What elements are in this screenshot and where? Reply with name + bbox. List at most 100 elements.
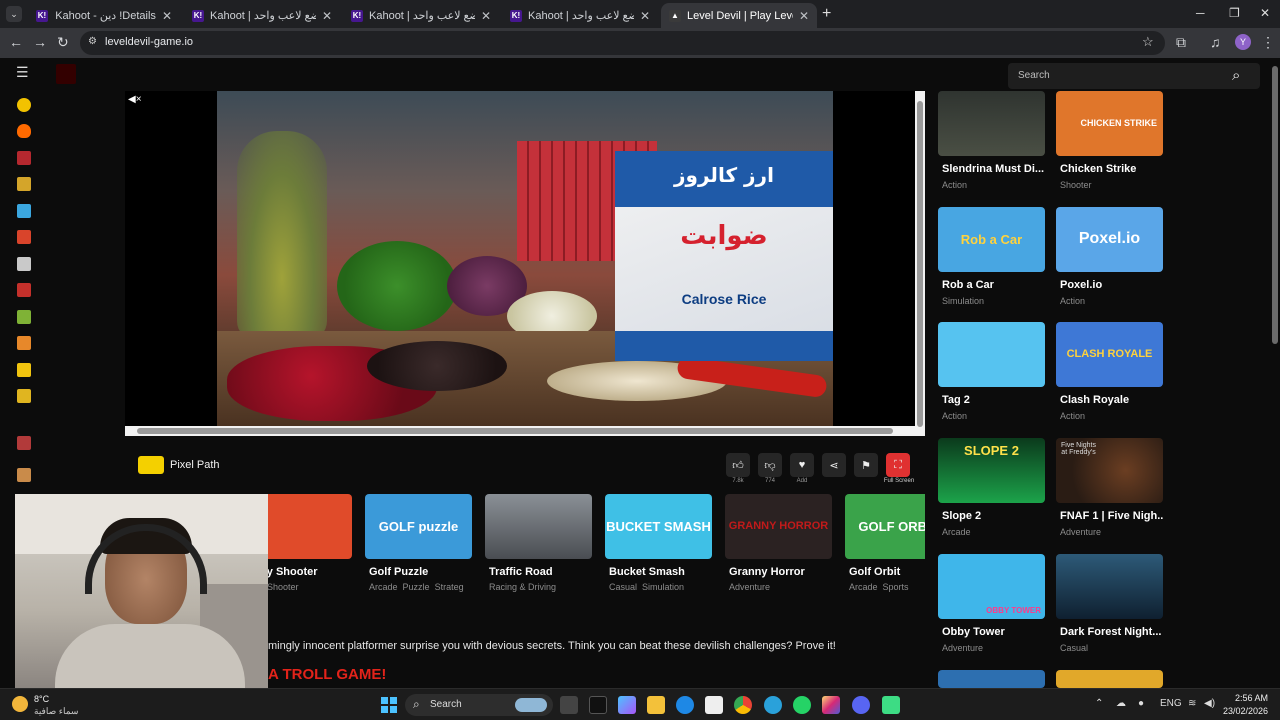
volume-icon[interactable]: ◀) xyxy=(1204,698,1215,709)
tab-kahoot-mode-1[interactable]: K! Kahoot | اختيار الوضع لاعب واحد ✕ xyxy=(184,3,340,28)
kahoot-favicon-icon: K! xyxy=(192,9,204,22)
close-icon[interactable]: ✕ xyxy=(481,9,491,23)
sidebar-game-card[interactable]: SLOPE 2 Slope 2 Arcade xyxy=(938,438,1045,537)
hamburger-menu-icon[interactable]: ☰ xyxy=(16,64,29,81)
page-scrollbar[interactable] xyxy=(1270,58,1280,688)
sidebar-game-card[interactable]: OBBY TOWER Obby Tower Adventure xyxy=(938,554,1045,653)
reload-icon[interactable]: ↻ xyxy=(57,34,69,51)
instagram-app-icon[interactable] xyxy=(822,696,840,714)
report-flag-button[interactable]: ⚑ xyxy=(854,453,878,477)
tab-level-devil[interactable]: ▲ Level Devil | Play Level Devil Ga ✕ xyxy=(661,3,817,28)
whatsapp-app-icon[interactable] xyxy=(793,696,811,714)
back-icon[interactable]: ← xyxy=(9,34,23,50)
related-game-card[interactable]: Traffic Road Racing & Driving xyxy=(485,494,592,592)
bookmark-star-icon[interactable]: ☆ xyxy=(1142,34,1154,50)
category-sports-icon[interactable] xyxy=(17,389,31,403)
profile-avatar[interactable]: Y xyxy=(1235,34,1251,50)
task-view-icon[interactable] xyxy=(560,696,578,714)
category-shooter-icon[interactable] xyxy=(17,363,31,377)
game-thumbnail xyxy=(485,494,592,559)
site-info-icon[interactable]: ⚙ xyxy=(88,36,97,47)
tiktok-app-icon[interactable] xyxy=(589,696,607,714)
store-app-icon[interactable] xyxy=(705,696,723,714)
weather-moon-icon[interactable] xyxy=(12,696,28,712)
copilot-app-icon[interactable] xyxy=(618,696,636,714)
address-bar[interactable]: ⚙ leveldevil-game.io ☆ xyxy=(80,31,1165,55)
search-input[interactable]: Search xyxy=(1018,70,1050,81)
forward-icon[interactable]: → xyxy=(33,34,47,50)
category-puzzle-icon[interactable] xyxy=(17,310,31,324)
site-search-box[interactable]: Search ⌕ xyxy=(1008,63,1260,89)
wifi-icon[interactable]: ≋ xyxy=(1188,698,1196,709)
share-button[interactable]: ⋖ xyxy=(822,453,846,477)
extensions-icon[interactable]: ⧉ xyxy=(1176,34,1186,51)
chrome-browser-icon[interactable] xyxy=(734,696,752,714)
category-casual-icon[interactable] xyxy=(17,230,31,244)
frame-horizontal-scrollbar[interactable] xyxy=(125,426,915,436)
new-games-icon[interactable] xyxy=(17,98,31,112)
category-arcade-icon[interactable] xyxy=(17,204,31,218)
game-frame-video-ad[interactable]: ◀× ارز كالروز ضوابت Calrose Rice xyxy=(125,91,915,426)
mute-icon[interactable]: ◀× xyxy=(128,94,142,105)
restore-icon[interactable]: ❐ xyxy=(1229,6,1240,20)
category-horror-icon[interactable] xyxy=(17,283,31,297)
close-window-icon[interactable]: ✕ xyxy=(1260,6,1270,20)
tab-kahoot-mode-2[interactable]: K! Kahoot | اختيار الوضع لاعب واحد ✕ xyxy=(343,3,499,28)
clock-time[interactable]: 2:56 AM xyxy=(1226,693,1268,703)
sidebar-game-card[interactable]: Five Nights at Freddy's FNAF 1 | Five Ni… xyxy=(1056,438,1163,537)
sidebar-game-card[interactable]: Slendrina Must Di... Action xyxy=(938,91,1045,190)
language-indicator[interactable]: ENG xyxy=(1160,698,1182,709)
edge-browser-icon[interactable] xyxy=(676,696,694,714)
file-explorer-icon[interactable] xyxy=(647,696,665,714)
related-game-card[interactable]: GOLF puzzle Golf Puzzle Arcade Puzzle St… xyxy=(365,494,472,592)
ad-scene-image: ارز كالروز ضوابت Calrose Rice xyxy=(217,91,833,426)
media-control-icon[interactable]: ♫ xyxy=(1210,34,1221,50)
site-logo[interactable] xyxy=(56,64,76,84)
windows-taskbar: 8°C سماء صافية ⌕ Search ⌃ ☁ ● ENG ≋ ◀) 2… xyxy=(0,688,1280,720)
onedrive-icon[interactable]: ☁ xyxy=(1116,698,1126,709)
tray-app-icon[interactable]: ● xyxy=(1138,698,1144,709)
category-racing-icon[interactable] xyxy=(17,336,31,350)
category-io-icon[interactable] xyxy=(17,468,31,482)
show-hidden-icons[interactable]: ⌃ xyxy=(1095,698,1103,709)
close-icon[interactable]: ✕ xyxy=(640,9,650,23)
related-game-card[interactable]: GRANNY HORROR Granny Horror Adventure xyxy=(725,494,832,592)
fullscreen-button[interactable]: ⛶ xyxy=(886,453,910,477)
sidebar-game-card[interactable]: CLASH ROYALE Clash Royale Action xyxy=(1056,322,1163,421)
related-game-card[interactable]: GOLF ORBIT Golf Orbit Arcade Sports xyxy=(845,494,925,592)
close-icon[interactable]: ✕ xyxy=(322,9,332,23)
category-action-icon[interactable] xyxy=(17,151,31,165)
sidebar-game-card[interactable]: Poxel.io Poxel.io Action xyxy=(1056,207,1163,306)
minimize-icon[interactable]: ─ xyxy=(1196,6,1205,20)
start-windows-icon[interactable] xyxy=(381,697,397,713)
sidebar-game-card[interactable] xyxy=(938,670,1045,688)
sidebar-game-card[interactable]: CHICKEN STRIKE Chicken Strike Shooter xyxy=(1056,91,1163,190)
taskbar-search[interactable]: ⌕ Search xyxy=(405,694,553,716)
android-app-icon[interactable] xyxy=(882,696,900,714)
new-tab-button[interactable]: + xyxy=(822,5,831,23)
tab-kahoot-details[interactable]: K! Kahoot - دين !Details ✕ xyxy=(28,3,180,28)
tab-kahoot-mode-3[interactable]: K! Kahoot | اختيار الوضع لاعب واحد ✕ xyxy=(502,3,658,28)
clock-date[interactable]: 23/02/2026 xyxy=(1220,706,1268,716)
related-game-card[interactable]: BUCKET SMASH Bucket Smash Casual Simulat… xyxy=(605,494,712,592)
browser-tab-strip: ⌄ K! Kahoot - دين !Details ✕ K! Kahoot |… xyxy=(0,0,1280,28)
telegram-app-icon[interactable] xyxy=(764,696,782,714)
sidebar-game-card[interactable]: Tag 2 Action xyxy=(938,322,1045,421)
hot-games-flame-icon[interactable] xyxy=(17,124,31,138)
frame-vertical-scrollbar[interactable] xyxy=(915,91,925,436)
dislike-button[interactable]: 👎︎ xyxy=(758,453,782,477)
menu-kebab-icon[interactable]: ⋮ xyxy=(1261,34,1275,51)
tab-search-button[interactable]: ⌄ xyxy=(6,6,22,22)
category-adventure-icon[interactable] xyxy=(17,177,31,191)
like-button[interactable]: 👍︎ xyxy=(726,453,750,477)
category-clicker-icon[interactable] xyxy=(17,257,31,271)
search-icon[interactable]: ⌕ xyxy=(1232,67,1240,84)
favorite-button[interactable]: ♥ xyxy=(790,453,814,477)
close-icon[interactable]: ✕ xyxy=(162,9,172,23)
close-icon[interactable]: ✕ xyxy=(799,9,809,23)
sidebar-game-card[interactable]: Rob a Car Rob a Car Simulation xyxy=(938,207,1045,306)
discord-app-icon[interactable] xyxy=(852,696,870,714)
sidebar-game-card[interactable] xyxy=(1056,670,1163,688)
category-stickman-icon[interactable] xyxy=(17,436,31,450)
sidebar-game-card[interactable]: Dark Forest Night... Casual xyxy=(1056,554,1163,653)
